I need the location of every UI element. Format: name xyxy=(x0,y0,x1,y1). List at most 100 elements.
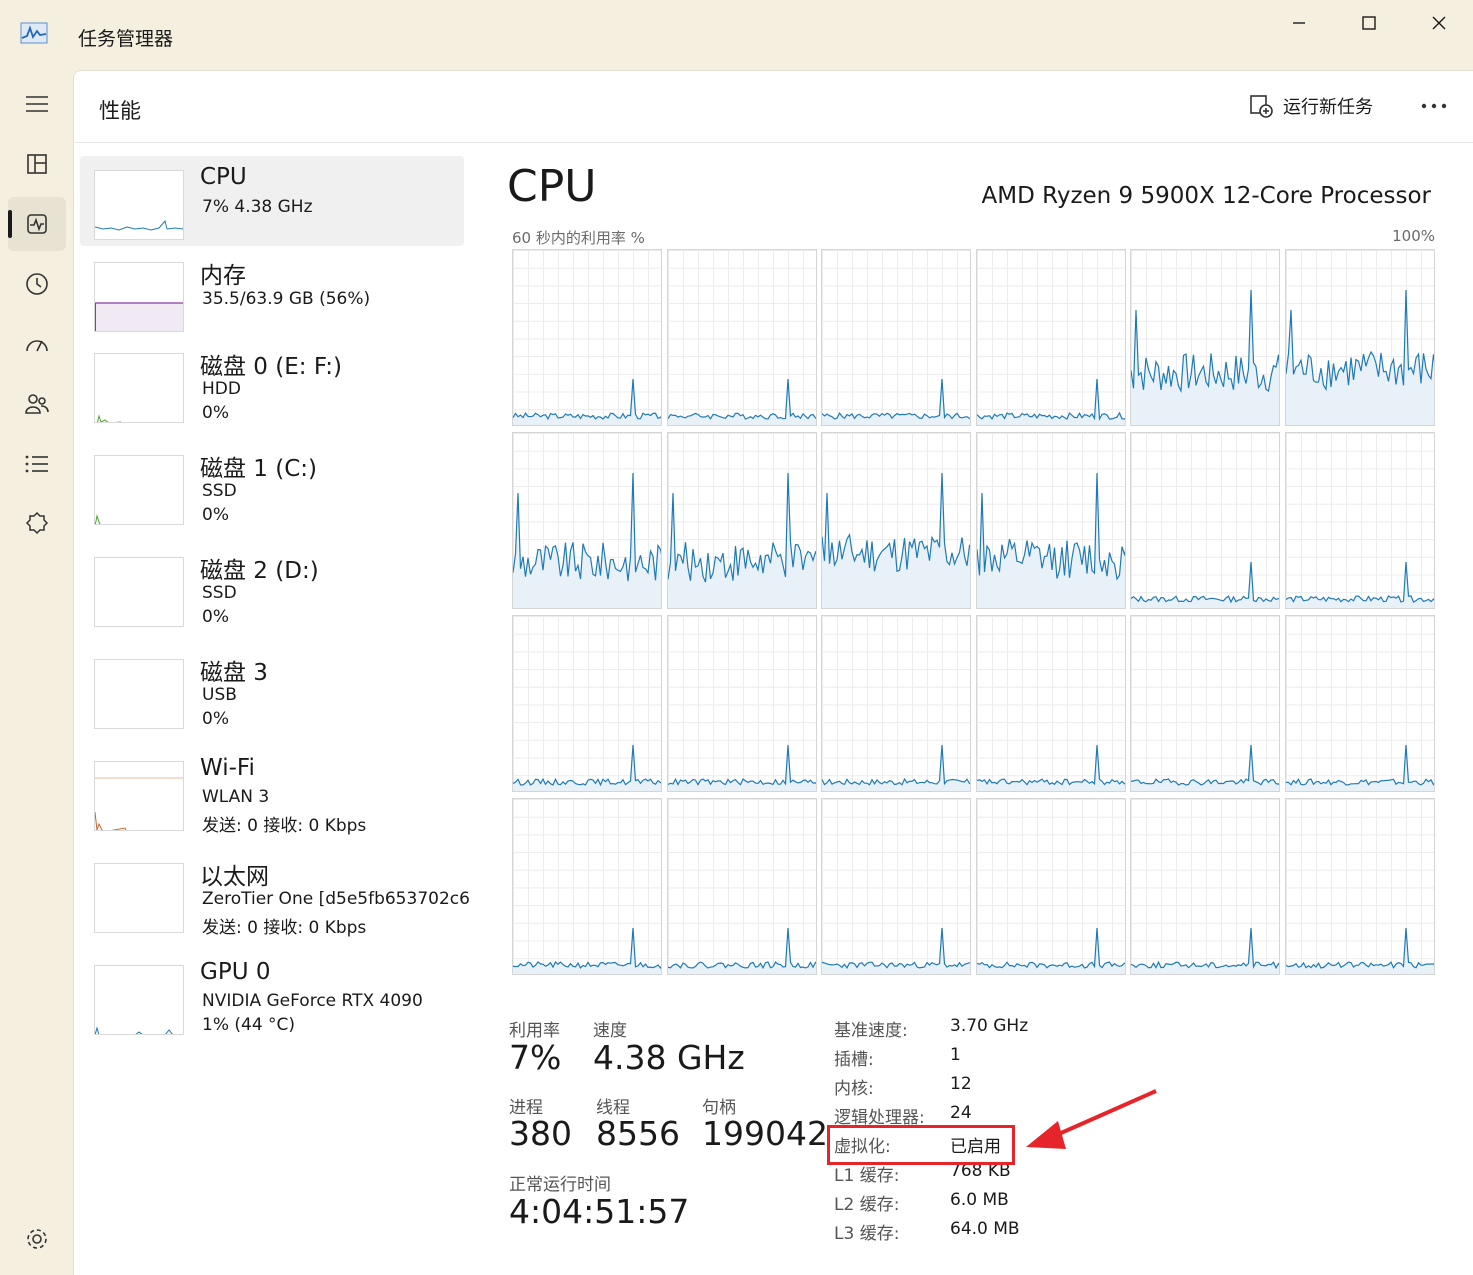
close-button[interactable] xyxy=(1416,8,1462,38)
processor-usage-line xyxy=(822,927,971,974)
virtualization-highlight-box xyxy=(827,1125,1015,1165)
spec-key: 基准速度: xyxy=(834,1021,908,1041)
spec-key: 内核: xyxy=(834,1079,874,1099)
window-title: 任务管理器 xyxy=(78,28,174,50)
run-new-task-label: 运行新任务 xyxy=(1283,97,1373,118)
spec-value: 24 xyxy=(950,1103,972,1123)
cpu-heading: CPU xyxy=(507,161,597,212)
device-memory[interactable]: 内存 35.5/63.9 GB (56%) xyxy=(80,248,464,338)
logical-processor-graph xyxy=(512,798,662,975)
processor-usage-area xyxy=(513,928,661,974)
device-usage: 0% xyxy=(202,505,229,525)
logical-processor-graph xyxy=(666,249,817,426)
threads-value: 8556 xyxy=(596,1114,680,1153)
logical-processor-graph xyxy=(1285,615,1435,792)
processor-usage-stroke xyxy=(1286,927,1434,969)
processor-usage-area xyxy=(513,473,661,608)
device-name: 磁盘 3 xyxy=(200,660,268,686)
device-disk-2[interactable]: 磁盘 2 (D:) SSD 0% xyxy=(80,543,464,633)
processor-usage-stroke xyxy=(513,927,661,970)
processor-usage-line xyxy=(1286,744,1434,791)
processor-usage-line xyxy=(513,927,661,974)
disk-thumbnail-graph xyxy=(94,557,184,627)
device-name: 磁盘 0 (E: F:) xyxy=(200,354,342,380)
processor-usage-area xyxy=(1286,745,1434,791)
spec-value: 1 xyxy=(950,1045,961,1065)
processor-usage-area xyxy=(667,379,816,425)
processor-usage-line xyxy=(667,472,816,608)
processor-usage-line xyxy=(976,927,1125,974)
device-disk-0[interactable]: 磁盘 0 (E: F:) HDD 0% xyxy=(80,339,464,429)
logical-processor-graph xyxy=(1285,432,1435,609)
spec-value: 3.70 GHz xyxy=(950,1016,1029,1036)
logical-processor-graph xyxy=(666,615,817,792)
services-icon xyxy=(25,511,49,535)
processor-usage-area xyxy=(822,379,971,425)
device-name: GPU 0 xyxy=(200,959,271,985)
network-thumbnail-graph xyxy=(94,863,184,933)
nav-details[interactable] xyxy=(8,437,66,491)
processor-usage-area xyxy=(822,473,971,608)
device-disk-3[interactable]: 磁盘 3 USB 0% xyxy=(80,645,464,735)
device-type: USB xyxy=(202,685,237,705)
more-options-button[interactable] xyxy=(1414,91,1454,121)
logical-processor-graph xyxy=(975,615,1126,792)
processor-usage-line xyxy=(667,927,816,974)
device-name: 内存 xyxy=(200,263,246,289)
nav-processes[interactable] xyxy=(8,137,66,191)
logical-processor-graph xyxy=(975,798,1126,975)
device-usage: 0% xyxy=(202,709,229,729)
logical-processor-graph xyxy=(1130,249,1281,426)
nav-menu-button[interactable] xyxy=(8,77,66,131)
minimize-icon xyxy=(1293,22,1305,24)
device-name: 磁盘 1 (C:) xyxy=(200,456,318,482)
processor-usage-line xyxy=(822,472,971,608)
device-type: SSD xyxy=(202,481,237,501)
processor-usage-stroke xyxy=(513,378,661,421)
logical-processor-graph xyxy=(821,432,972,609)
device-disk-1[interactable]: 磁盘 1 (C:) SSD 0% xyxy=(80,441,464,531)
nav-services[interactable] xyxy=(8,497,66,551)
title-bar: 任务管理器 xyxy=(0,0,1473,70)
device-ethernet[interactable]: 以太网 ZeroTier One [d5e5fb653702c6 发送: 0 接… xyxy=(80,849,470,939)
processor-usage-stroke xyxy=(1286,561,1434,603)
processor-usage-line xyxy=(976,378,1125,425)
processor-usage-line xyxy=(1131,744,1280,791)
processor-usage-line xyxy=(513,744,661,791)
processor-usage-stroke xyxy=(976,927,1125,969)
app-history-icon xyxy=(26,273,48,295)
settings-button[interactable] xyxy=(20,1222,54,1256)
logical-processor-graph xyxy=(975,432,1126,609)
minimize-button[interactable] xyxy=(1276,8,1322,38)
nav-app-history[interactable] xyxy=(8,257,66,311)
maximize-button[interactable] xyxy=(1346,8,1392,38)
processor-usage-area xyxy=(513,745,661,791)
processor-usage-stroke xyxy=(976,378,1125,421)
nav-users[interactable] xyxy=(8,377,66,431)
handles-value: 199042 xyxy=(702,1114,828,1153)
device-type: HDD xyxy=(202,379,241,399)
device-adapter: WLAN 3 xyxy=(202,787,270,807)
device-gpu-0[interactable]: GPU 0 NVIDIA GeForce RTX 4090 1% (44 °C) xyxy=(80,951,464,1041)
device-cpu[interactable]: CPU 7% 4.38 GHz xyxy=(80,156,464,246)
cpu-thumbnail-graph xyxy=(94,170,184,240)
processor-usage-line xyxy=(1286,927,1434,974)
performance-pane: 性能 运行新任务 CPU 7% 4.38 GHz 内存 35.5/63.9 GB… xyxy=(73,70,1473,1275)
device-wifi[interactable]: Wi-Fi WLAN 3 发送: 0 接收: 0 Kbps xyxy=(80,747,464,837)
disk-thumbnail-graph xyxy=(94,659,184,729)
device-detail: 7% 4.38 GHz xyxy=(202,197,313,217)
processor-usage-area xyxy=(976,473,1125,608)
processor-usage-area xyxy=(976,745,1125,791)
hamburger-menu-icon xyxy=(26,96,48,112)
run-new-task-button[interactable]: 运行新任务 xyxy=(1249,93,1373,119)
nav-performance[interactable] xyxy=(8,197,66,251)
processor-usage-line xyxy=(976,744,1125,791)
device-type: SSD xyxy=(202,583,237,603)
processes-value: 380 xyxy=(509,1114,572,1153)
processor-usage-area xyxy=(976,928,1125,974)
logical-processor-graph xyxy=(1285,249,1435,426)
nav-startup-apps[interactable] xyxy=(8,317,66,371)
processor-usage-line xyxy=(822,378,971,425)
details-icon xyxy=(25,455,48,473)
processor-usage-area xyxy=(667,745,816,791)
